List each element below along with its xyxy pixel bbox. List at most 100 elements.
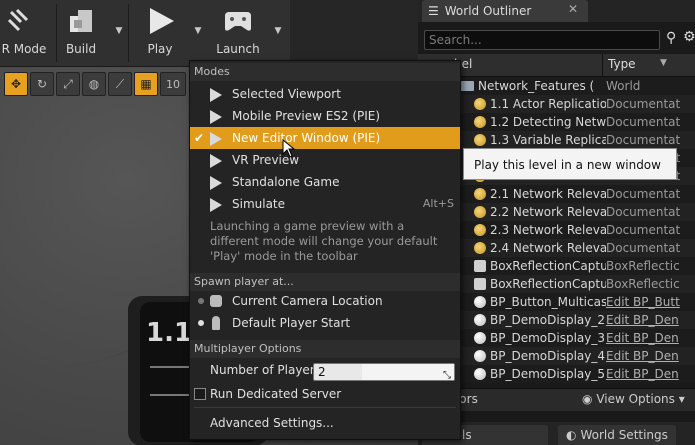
shortcut-label: Alt+S [422,197,454,210]
play-icon [210,110,222,124]
menu-item-simulate[interactable]: Simulate Alt+S [190,193,460,215]
outliner-row-type[interactable]: Edit BP_Butt [606,293,691,311]
outliner-row-type: Documentat [606,241,681,255]
build-icon [70,10,92,32]
vr-mode-icon [7,8,29,32]
documentation-actor-icon [474,224,486,236]
outliner-row-label: Network_Features (Edit [478,79,594,93]
search-icon[interactable]: ⚲ [666,30,676,46]
toolbar-separator [128,4,129,62]
build-dropdown-arrow[interactable]: ▼ [114,26,124,36]
outliner-row-label: BP_Button_Multicast [490,295,606,309]
launch-button[interactable]: Launch [212,0,264,66]
outliner-row-label: 1.1 Actor Replication [490,97,606,111]
num-players-value: 2 [318,365,326,379]
num-players-row: Number of Players 2 ⤡ [190,359,460,381]
outliner-row-label: 1.3 Variable Replicati [490,133,606,147]
play-icon [210,154,222,168]
spawn-option-camera-location[interactable]: Current Camera Location [190,290,460,312]
outliner-row-label: 1.2 Detecting Network [490,115,606,129]
blueprint-actor-icon [474,314,486,326]
outliner-row-type[interactable]: Edit BP_Den [606,311,691,329]
outliner-row-type[interactable]: Edit BP_Den [606,329,691,347]
outliner-row-type: Documentat [606,133,681,147]
build-button[interactable]: Build [58,0,104,66]
main-toolbar: R Mode Build ▼ Play ▼ Launch ▼ [0,0,290,67]
menu-item-label: Selected Viewport [232,87,341,101]
menu-item-standalone-game[interactable]: Standalone Game [190,171,460,193]
outliner-row-type: Documentat [606,97,681,111]
dedicated-server-row[interactable]: Run Dedicated Server [190,383,460,405]
blueprint-actor-icon [474,296,486,308]
spawn-option-player-start[interactable]: Default Player Start [190,312,460,334]
play-icon [210,88,222,102]
reflection-capture-icon [474,260,486,272]
column-separator[interactable] [602,54,603,76]
tab-world-settings[interactable]: ◐ World Settings [558,425,676,445]
outliner-row-label: BP_DemoDisplay_3 [490,331,605,345]
scale-mode-icon[interactable]: ⤢ [56,72,80,96]
close-icon[interactable]: ✕ [568,2,578,16]
vr-mode-label: R Mode [1,42,47,56]
blueprint-actor-icon [474,350,486,362]
grid-snap-value[interactable]: 10 [160,72,186,96]
outliner-row-type[interactable]: Edit BP_Den [606,347,691,365]
world-local-icon[interactable]: ◍ [82,72,106,96]
search-input[interactable]: Search... [424,30,660,50]
world-settings-tab-label: World Settings [580,428,668,442]
menu-item-label: Default Player Start [232,316,351,330]
radio-button [198,298,204,304]
view-options-button[interactable]: ◉ View Options ▾ [582,392,685,406]
settings-icon[interactable]: ⚙ [683,29,695,45]
menu-item-mobile-preview[interactable]: Mobile Preview ES2 (PIE) [190,105,460,127]
rotate-mode-icon[interactable]: ↻ [30,72,54,96]
viewport-toolbar: ✥ ↻ ⤢ ◍ ⟋ ▦ 10 [0,72,186,100]
menu-item-new-editor-window[interactable]: ✔ New Editor Window (PIE) [190,127,460,149]
play-dropdown-arrow[interactable]: ▼ [193,26,203,36]
surface-snap-icon[interactable]: ⟋ [108,72,132,96]
num-players-label: Number of Players [210,363,321,377]
outliner-row-type[interactable]: Edit BP_Den [606,365,691,383]
play-icon [150,8,174,34]
menu-item-label: Current Camera Location [232,294,383,308]
advanced-settings-item[interactable]: Advanced Settings... [190,412,460,434]
translate-mode-icon[interactable]: ✥ [4,72,28,96]
world-icon [460,81,474,91]
blueprint-actor-icon [474,332,486,344]
toolbar-separator [56,4,57,62]
column-type-header[interactable]: Type [608,57,636,71]
play-button[interactable]: Play [134,0,186,66]
num-players-spinbox[interactable]: 2 ⤡ [313,363,455,381]
vr-mode-button[interactable]: R Mode [0,0,48,66]
tooltip: Play this level in a new window [463,148,677,180]
gamepad-icon [225,12,251,31]
menu-item-selected-viewport[interactable]: Selected Viewport [190,83,460,105]
eye-icon: ◉ [582,392,593,406]
tab-world-outliner-label: World Outliner [444,4,532,18]
menu-item-label: Simulate [232,197,286,211]
camera-icon [210,295,222,307]
sort-arrow-icon[interactable]: ▼ [660,58,667,68]
tab-world-outliner[interactable]: ☰ World Outliner [422,0,588,22]
spawn-section-header: Spawn player at... [190,273,460,291]
outliner-row-label: 2.3 Network Relevanc [490,223,606,237]
menu-divider [194,407,456,408]
launch-dropdown-arrow[interactable]: ▼ [273,26,283,36]
build-label: Build [65,42,97,56]
chevron-down-icon: ▾ [678,392,685,406]
advanced-settings-label: Advanced Settings... [210,416,334,430]
documentation-actor-icon [474,188,486,200]
dedicated-server-checkbox[interactable] [194,388,206,400]
outliner-row-type: Documentat [606,115,681,129]
mode-description: Launching a game preview with a differen… [210,219,438,263]
checkmark-icon: ✔ [194,131,205,145]
documentation-actor-icon [474,116,486,128]
outliner-row-type: BoxReflectic [606,277,680,291]
grid-snap-icon[interactable]: ▦ [134,72,158,96]
blueprint-actor-icon [474,368,486,380]
play-label: Play [147,42,173,56]
menu-item-vr-preview[interactable]: VR Preview [190,149,460,171]
documentation-actor-icon [474,98,486,110]
play-mode-menu: Modes Selected Viewport Mobile Preview E… [189,60,461,440]
reflection-capture-icon [474,278,486,290]
